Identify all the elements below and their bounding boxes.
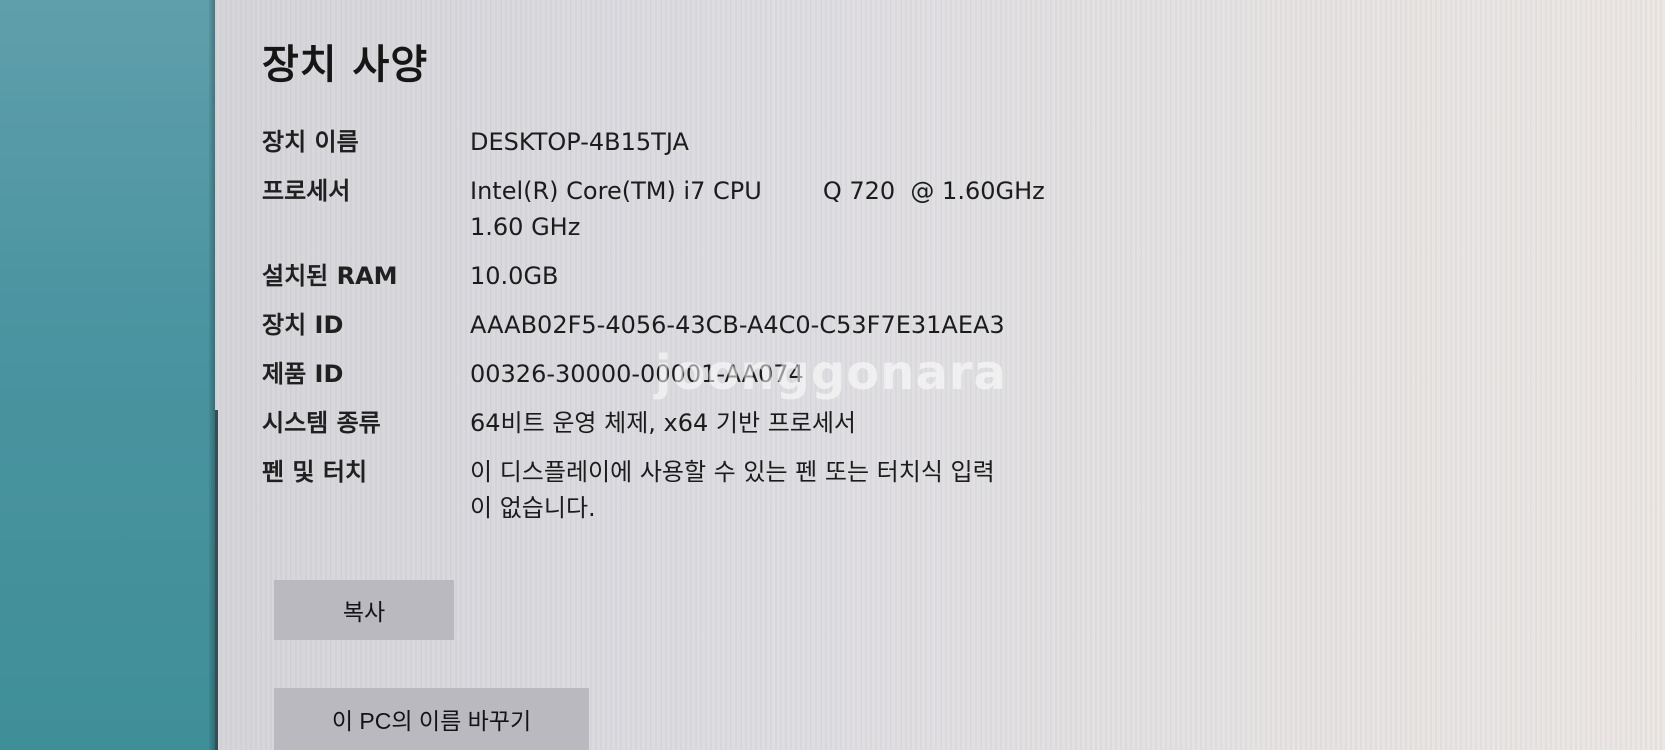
spec-label: 제품 ID: [262, 360, 344, 388]
spec-value-line: 이 없습니다.: [470, 494, 596, 522]
window-border: [215, 410, 218, 750]
spec-value: DESKTOP-4B15TJA: [470, 124, 1262, 160]
spec-row-device-id: 장치 ID AAAB02F5-4056-43CB-A4C0-C53F7E31AE…: [262, 307, 1262, 343]
spec-value-line: Intel(R) Core(TM) i7 CPU Q 720 @ 1.60GHz: [470, 177, 1045, 205]
spec-label: 프로세서: [262, 177, 351, 205]
spec-value: AAAB02F5-4056-43CB-A4C0-C53F7E31AEA3: [470, 307, 1262, 343]
spec-label: 장치 ID: [262, 311, 344, 339]
copy-button[interactable]: 복사: [274, 580, 454, 640]
rename-pc-button[interactable]: 이 PC의 이름 바꾸기: [274, 688, 589, 750]
spec-label: 설치된 RAM: [262, 262, 398, 290]
spec-value: 64비트 운영 체제, x64 기반 프로세서: [470, 405, 1262, 441]
spec-value: 10.0GB: [470, 258, 1262, 294]
spec-value-line: 1.60 GHz: [470, 213, 581, 241]
spec-value-line: 이 디스플레이에 사용할 수 있는 펜 또는 터치식 입력: [470, 458, 995, 486]
spec-value-line: 64비트 운영 체제, x64 기반 프로세서: [470, 409, 857, 437]
spec-value-line: 10.0GB: [470, 262, 559, 290]
spec-value: 이 디스플레이에 사용할 수 있는 펜 또는 터치식 입력 이 없습니다.: [470, 454, 1262, 526]
spec-row-system-type: 시스템 종류 64비트 운영 체제, x64 기반 프로세서: [262, 405, 1262, 441]
device-specs-section: 장치 사양 장치 이름 DESKTOP-4B15TJA 프로세서 Intel(R…: [262, 32, 1262, 539]
page-title: 장치 사양: [262, 42, 429, 88]
spec-row-processor: 프로세서 Intel(R) Core(TM) i7 CPU Q 720 @ 1.…: [262, 173, 1262, 245]
spec-label: 시스템 종류: [262, 409, 381, 437]
spec-label: 장치 이름: [262, 128, 359, 156]
spec-label: 펜 및 터치: [262, 458, 368, 486]
settings-window: 장치 사양 장치 이름 DESKTOP-4B15TJA 프로세서 Intel(R…: [215, 0, 1665, 750]
spec-value-line: AAAB02F5-4056-43CB-A4C0-C53F7E31AEA3: [470, 311, 1005, 339]
watermark: joonggonara: [655, 345, 1007, 401]
spec-row-ram: 설치된 RAM 10.0GB: [262, 258, 1262, 294]
spec-row-device-name: 장치 이름 DESKTOP-4B15TJA: [262, 124, 1262, 160]
spec-value: Intel(R) Core(TM) i7 CPU Q 720 @ 1.60GHz…: [470, 173, 1262, 245]
spec-row-pen-touch: 펜 및 터치 이 디스플레이에 사용할 수 있는 펜 또는 터치식 입력 이 없…: [262, 454, 1262, 526]
background-sidebar: [0, 0, 215, 750]
spec-value-line: DESKTOP-4B15TJA: [470, 128, 689, 156]
